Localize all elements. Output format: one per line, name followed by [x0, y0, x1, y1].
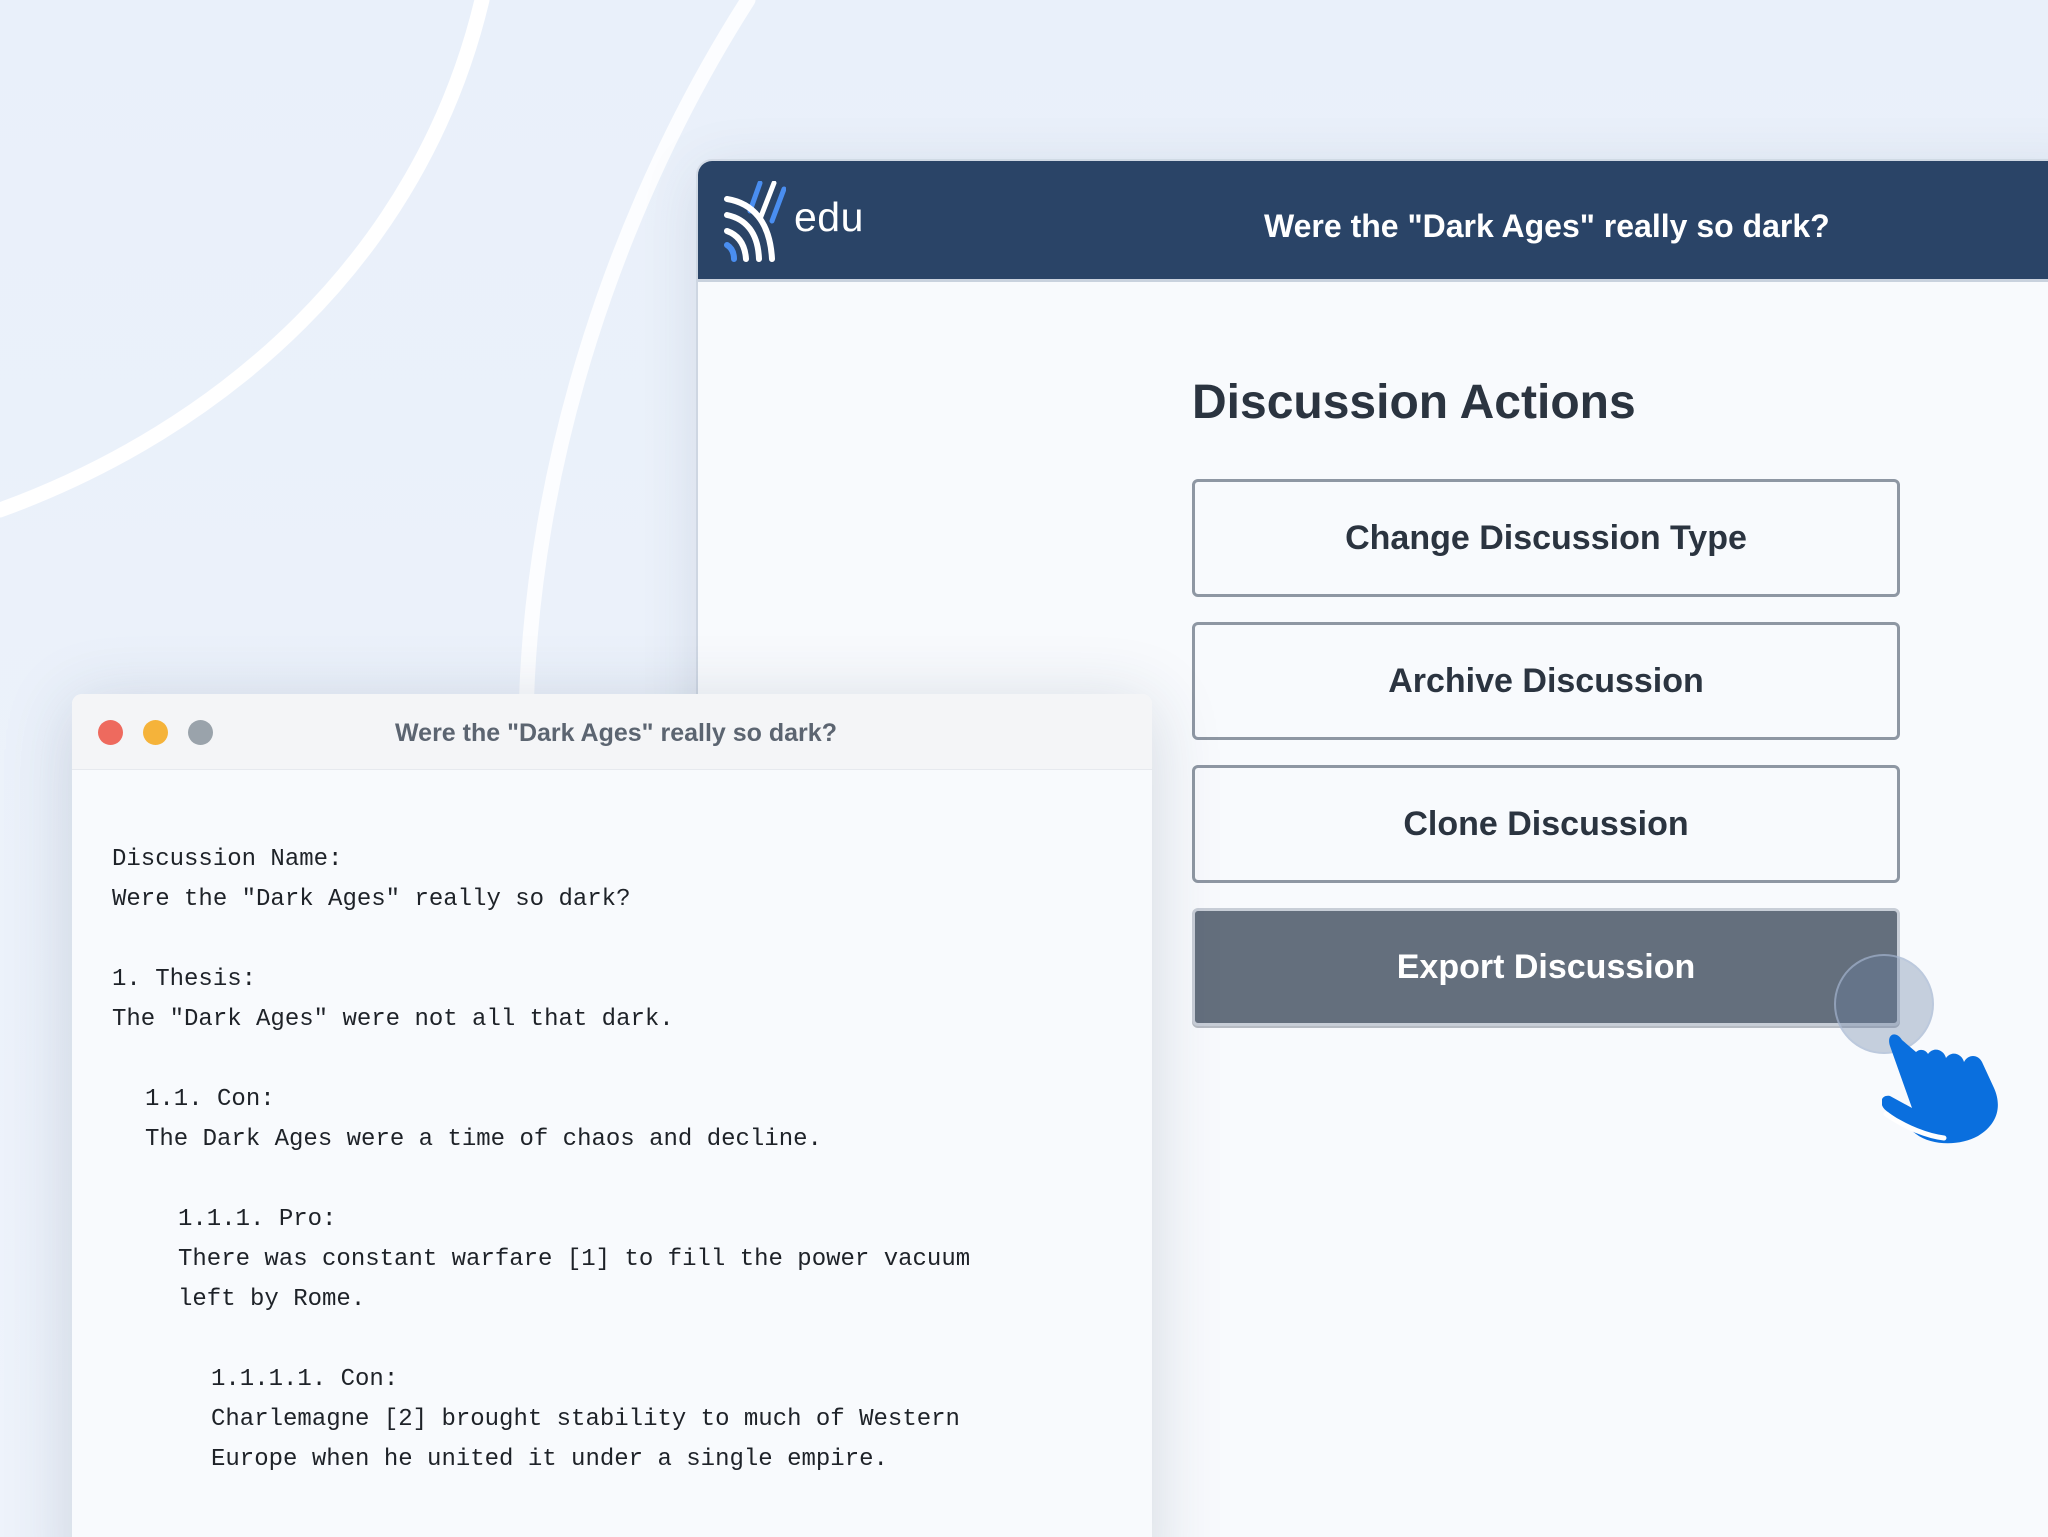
nested-con-text-line-2: Europe when he united it under a single … [211, 1446, 888, 1473]
thesis-text: The "Dark Ages" were not all that dark. [112, 1006, 674, 1033]
pro-text-line-2: left by Rome. [178, 1286, 366, 1313]
export-preview-window: Were the "Dark Ages" really so dark? Dis… [72, 694, 1152, 1537]
export-window-title: Were the "Dark Ages" really so dark? [395, 719, 837, 747]
edu-logo-icon [724, 181, 786, 262]
exported-discussion-text: Discussion Name: Were the "Dark Ages" re… [112, 840, 1132, 1480]
header-discussion-title: Were the "Dark Ages" really so dark? [1264, 208, 1830, 244]
discussion-name-value: Were the "Dark Ages" really so dark? [112, 886, 631, 913]
discussion-name-label: Discussion Name: [112, 846, 343, 873]
edu-logo[interactable]: edu [724, 181, 864, 263]
discussion-actions-heading: Discussion Actions [1192, 376, 1636, 429]
app-header: edu Were the "Dark Ages" really so dark? [698, 161, 2048, 282]
logo-text: edu [794, 193, 864, 240]
con-label: 1.1. Con: [145, 1086, 275, 1113]
export-window-titlebar: Were the "Dark Ages" really so dark? [72, 694, 1152, 770]
export-discussion-button[interactable]: Export Discussion [1192, 908, 1900, 1026]
screenshot-stage: edu Were the "Dark Ages" really so dark?… [0, 0, 2048, 1537]
thesis-label: 1. Thesis: [112, 966, 257, 993]
pro-label: 1.1.1. Pro: [178, 1206, 337, 1233]
nested-con-text-line-1: Charlemagne [2] brought stability to muc… [211, 1406, 960, 1433]
clone-discussion-button[interactable]: Clone Discussion [1192, 765, 1900, 883]
con-text: The Dark Ages were a time of chaos and d… [145, 1126, 822, 1153]
archive-discussion-button[interactable]: Archive Discussion [1192, 622, 1900, 740]
nested-con-label: 1.1.1.1. Con: [211, 1366, 399, 1393]
pro-text-line-1: There was constant warfare [1] to fill t… [178, 1246, 971, 1273]
hand-pointer-icon [1882, 1034, 1998, 1144]
change-discussion-type-button[interactable]: Change Discussion Type [1192, 479, 1900, 597]
